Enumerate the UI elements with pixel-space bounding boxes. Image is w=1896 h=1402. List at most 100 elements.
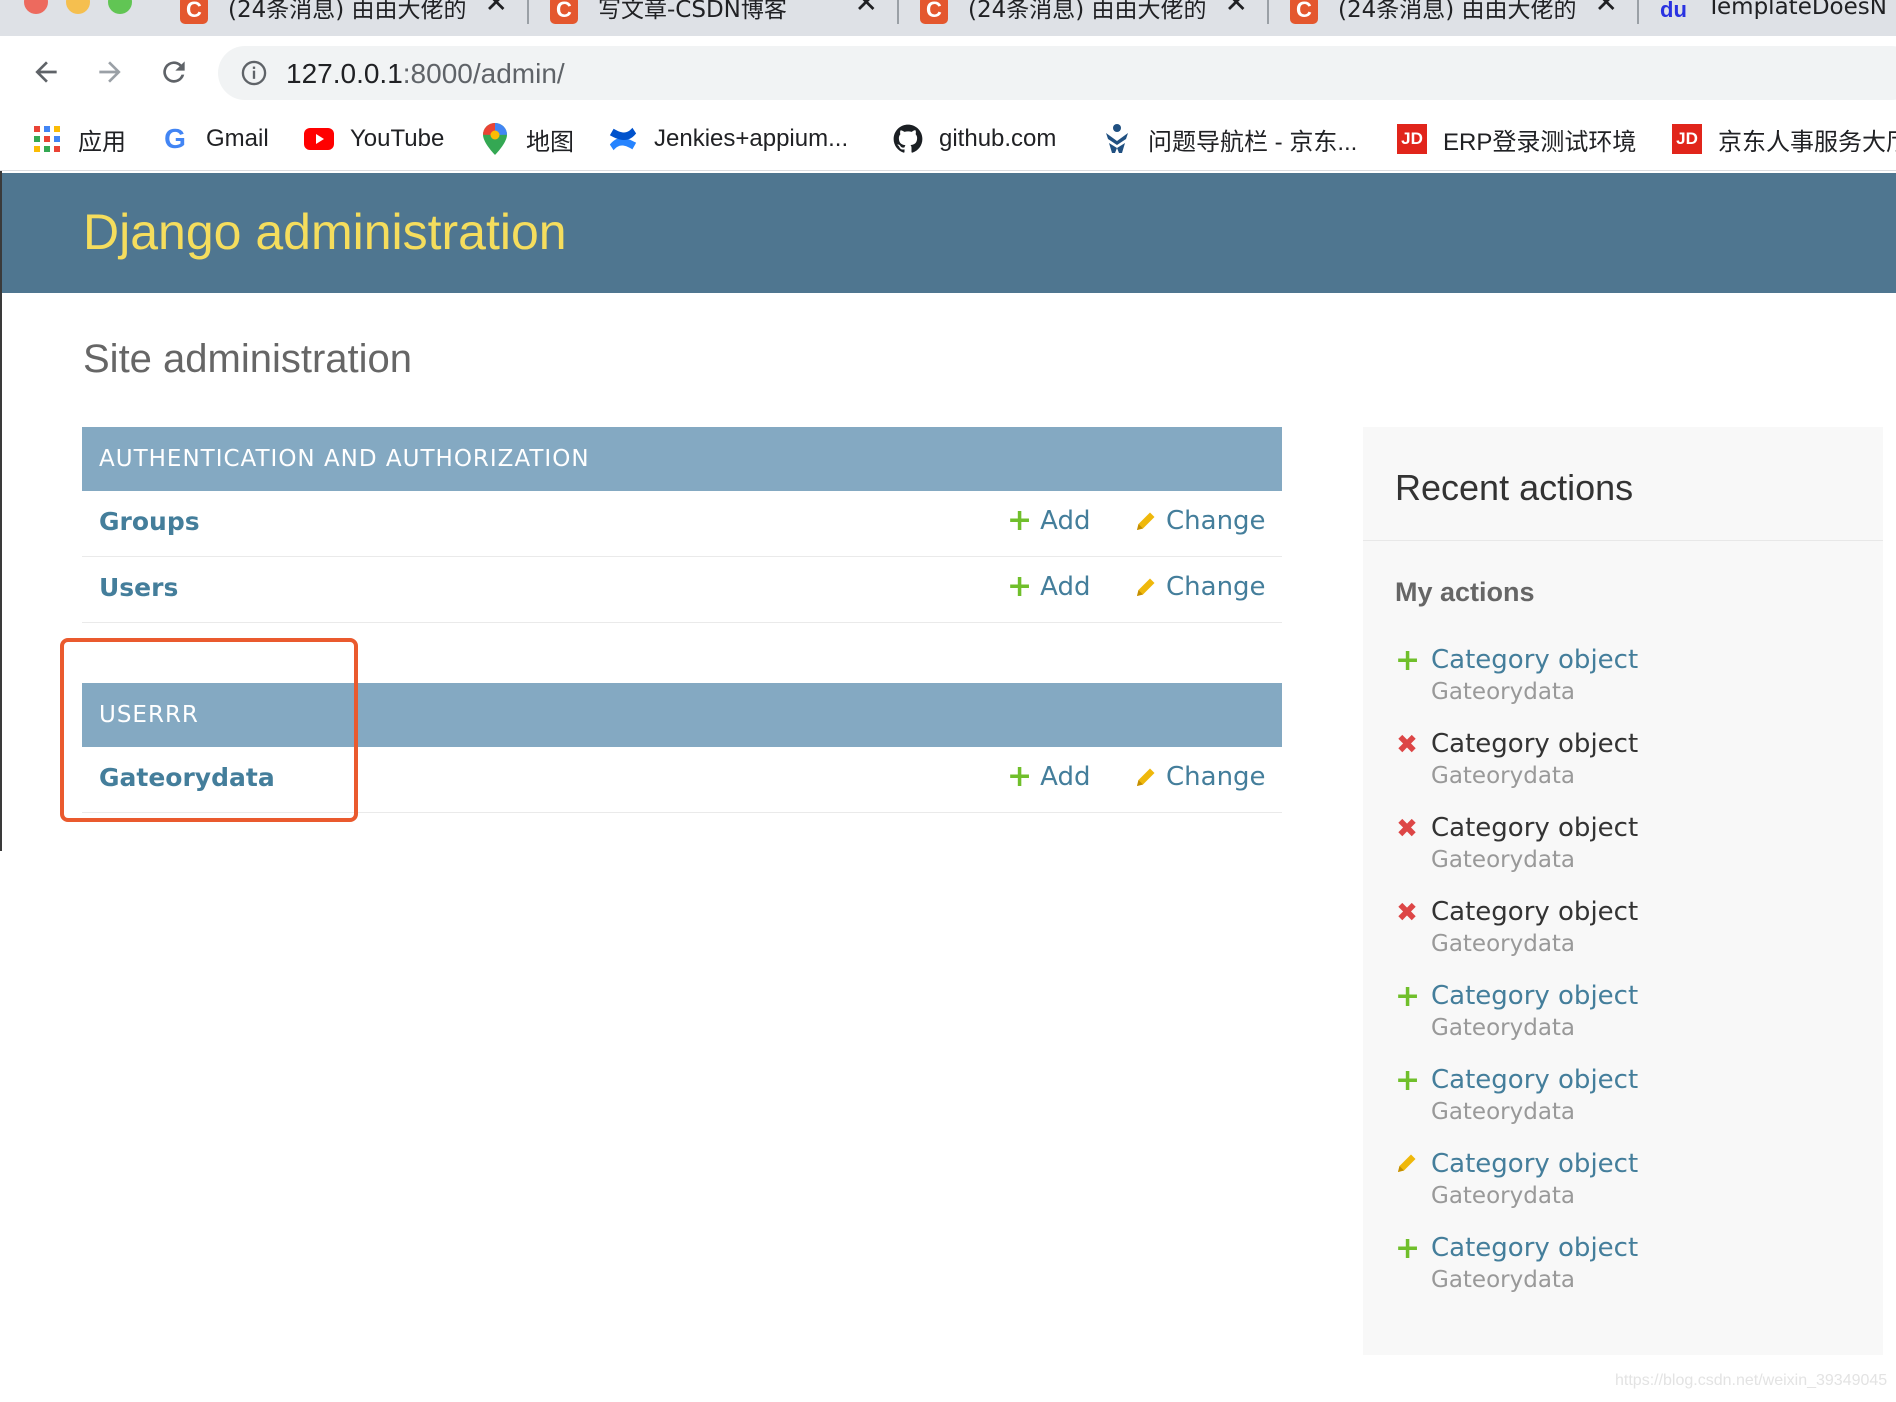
reload-button[interactable] [152, 50, 196, 94]
bookmark-label: 应用 [78, 128, 126, 156]
browser-tab[interactable]: C (24条消息) 由由大佬的 ✕ [1268, 0, 1638, 36]
tab-title: (24条消息) 由由大佬的 [228, 0, 467, 23]
action-model-label: Gateorydata [1431, 679, 1576, 705]
csdn-favicon-icon: C [180, 0, 208, 24]
change-groups-button[interactable]: Change [1134, 506, 1266, 536]
confluence-icon [608, 124, 638, 154]
tab-close-icon[interactable]: ✕ [1595, 0, 1618, 19]
addition-plus-icon: + [1395, 1063, 1421, 1098]
csdn-favicon-icon: C [1290, 0, 1318, 24]
bookmark-label: github.com [939, 125, 1057, 152]
add-groups-button[interactable]: + Add [1007, 503, 1090, 538]
url-text[interactable]: 127.0.0.1:8000/admin/ [286, 58, 565, 90]
admin-page: Django administration Site administratio… [2, 171, 1896, 1402]
tab-close-icon[interactable]: ✕ [855, 0, 878, 19]
page-title: Site administration [83, 337, 413, 381]
panel-divider [1363, 540, 1883, 541]
window-minimize-button[interactable] [66, 0, 90, 14]
action-model-label: Gateorydata [1431, 931, 1576, 957]
add-gateorydata-button[interactable]: + Add [1007, 759, 1090, 794]
maps-pin-icon [480, 123, 510, 155]
module-caption[interactable]: AUTHENTICATION AND AUTHORIZATION [82, 427, 1282, 491]
recent-action-item: ✖ Category object Gateorydata [1395, 729, 1865, 799]
action-model-label: Gateorydata [1431, 847, 1576, 873]
model-link-groups[interactable]: Groups [99, 507, 200, 536]
action-object-link[interactable]: Category object [1431, 1233, 1638, 1263]
deletion-x-icon: ✖ [1396, 730, 1418, 760]
csdn-favicon-icon: C [920, 0, 948, 24]
url-path: :8000/admin/ [402, 58, 565, 89]
deletion-x-icon: ✖ [1396, 814, 1418, 844]
bookmark-apps[interactable]: 应用 [32, 120, 126, 158]
add-icon: + [1007, 759, 1033, 794]
addition-plus-icon: + [1395, 643, 1421, 678]
change-gateorydata-button[interactable]: Change [1134, 762, 1266, 792]
recent-action-item: + Category object Gateorydata [1395, 981, 1865, 1051]
change-label: Change [1166, 762, 1266, 792]
add-icon: + [1007, 503, 1033, 538]
window-close-button[interactable] [24, 0, 48, 14]
model-row-groups: Groups + Add Change [82, 491, 1282, 557]
github-icon [893, 124, 923, 154]
action-model-label: Gateorydata [1431, 1267, 1576, 1293]
forward-button[interactable] [88, 50, 132, 94]
model-link-users[interactable]: Users [99, 573, 178, 602]
action-object-link[interactable]: Category object [1431, 645, 1638, 675]
tab-title: 写文章-CSDN博客 [598, 0, 787, 23]
recent-action-item: ✖ Category object Gateorydata [1395, 813, 1865, 883]
action-model-label: Gateorydata [1431, 763, 1576, 789]
bookmark-label: Jenkies+appium... [654, 125, 849, 152]
recent-action-item: Category object Gateorydata [1395, 1149, 1865, 1219]
back-button[interactable] [24, 50, 68, 94]
change-users-button[interactable]: Change [1134, 572, 1266, 602]
action-object-link[interactable]: Category object [1431, 1065, 1638, 1095]
jira-icon [1102, 124, 1132, 154]
action-object-link[interactable]: Category object [1431, 1149, 1638, 1179]
bookmark-maps[interactable]: 地图 [480, 120, 574, 158]
apps-grid-icon [32, 124, 62, 154]
change-pencil-icon [1398, 1154, 1416, 1172]
browser-tab[interactable]: C (24条消息) 由由大佬的 ✕ [898, 0, 1268, 36]
bookmark-jira[interactable]: 问题导航栏 - 京东... [1102, 120, 1357, 158]
tab-title: (24条消息) 由由大佬的 [968, 0, 1207, 23]
youtube-icon [304, 124, 334, 154]
csdn-favicon-icon: C [550, 0, 578, 24]
action-model-label: Gateorydata [1431, 1015, 1576, 1041]
browser-tab[interactable]: C 写文章-CSDN博客 ✕ [528, 0, 898, 36]
browser-tab[interactable]: du TemplateDoesN [1638, 0, 1896, 36]
bookmark-label: ERP登录测试环境 [1443, 128, 1637, 156]
bookmark-youtube[interactable]: YouTube [304, 120, 444, 158]
action-object-link[interactable]: Category object [1431, 981, 1638, 1011]
tab-close-icon[interactable]: ✕ [485, 0, 508, 19]
pencil-icon [1137, 512, 1155, 530]
window-zoom-button[interactable] [108, 0, 132, 14]
browser-tab-strip: C (24条消息) 由由大佬的 ✕ C 写文章-CSDN博客 ✕ C (24条消… [0, 0, 1896, 36]
annotation-highlight-box [60, 638, 358, 822]
bookmark-erp[interactable]: JD ERP登录测试环境 [1397, 120, 1636, 158]
bookmark-label: 问题导航栏 - 京东... [1148, 128, 1358, 156]
browser-tab[interactable]: C (24条消息) 由由大佬的 ✕ [158, 0, 528, 36]
addition-plus-icon: + [1395, 979, 1421, 1014]
my-actions-heading: My actions [1395, 577, 1535, 607]
change-label: Change [1166, 572, 1266, 602]
bookmarks-bar: 应用 G Gmail YouTube 地图 Jenkies+appium... … [0, 108, 1896, 171]
add-users-button[interactable]: + Add [1007, 572, 1090, 603]
forward-arrow-icon [99, 61, 121, 83]
back-arrow-icon [35, 61, 57, 83]
bookmark-jd-hr[interactable]: JD 京东人事服务大厅 [1672, 120, 1896, 158]
jd-icon: JD [1672, 124, 1702, 154]
recent-actions-panel: Recent actions My actions + Category obj… [1363, 427, 1883, 1355]
bookmark-gmail[interactable]: G Gmail [160, 120, 269, 158]
recent-action-item: + Category object Gateorydata [1395, 645, 1865, 715]
site-branding[interactable]: Django administration [83, 203, 567, 261]
site-info-icon[interactable] [240, 59, 268, 87]
change-label: Change [1166, 506, 1266, 536]
bookmark-jenkies[interactable]: Jenkies+appium... [608, 120, 848, 158]
watermark-text: https://blog.csdn.net/weixin_39349045 [1615, 1372, 1888, 1389]
action-object-name: Category object [1431, 897, 1639, 927]
addition-plus-icon: + [1395, 1231, 1421, 1266]
recent-actions-title: Recent actions [1395, 467, 1634, 508]
address-bar[interactable]: 127.0.0.1:8000/admin/ [218, 46, 1896, 100]
tab-close-icon[interactable]: ✕ [1225, 0, 1248, 19]
bookmark-github[interactable]: github.com [893, 120, 1056, 158]
